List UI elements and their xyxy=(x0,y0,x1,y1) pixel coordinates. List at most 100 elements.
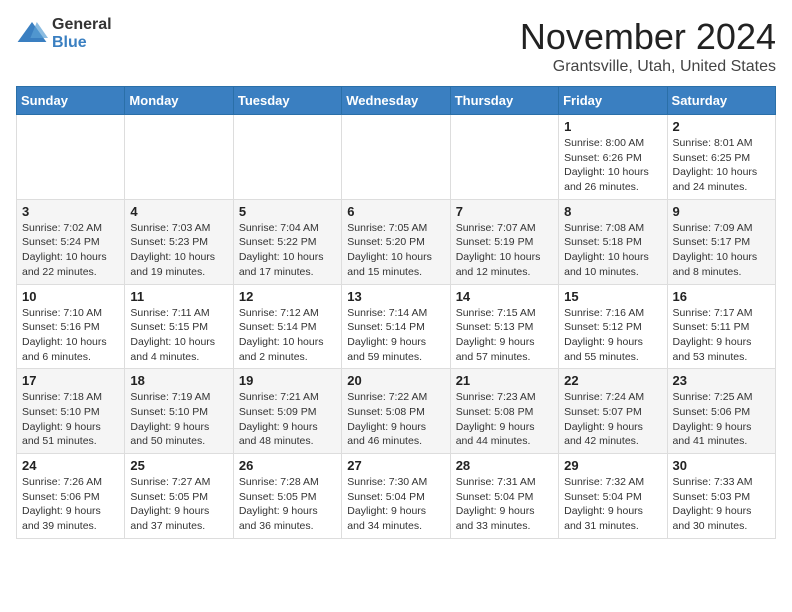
day-number: 27 xyxy=(347,458,444,473)
logo-icon xyxy=(16,18,48,50)
calendar-cell: 6 Sunrise: 7:05 AM Sunset: 5:20 PM Daylig… xyxy=(342,199,450,284)
day-info: Sunrise: 7:08 AM Sunset: 5:18 PM Dayligh… xyxy=(564,221,661,280)
day-number: 2 xyxy=(673,119,770,134)
calendar-cell: 8 Sunrise: 7:08 AM Sunset: 5:18 PM Daylig… xyxy=(559,199,667,284)
day-number: 10 xyxy=(22,289,119,304)
day-info: Sunrise: 7:25 AM Sunset: 5:06 PM Dayligh… xyxy=(673,390,770,449)
day-info: Sunrise: 7:32 AM Sunset: 5:04 PM Dayligh… xyxy=(564,475,661,534)
logo-blue-text: Blue xyxy=(52,34,112,52)
day-number: 28 xyxy=(456,458,553,473)
calendar-cell xyxy=(342,115,450,200)
day-number: 19 xyxy=(239,373,336,388)
week-row-2: 3Sunrise: 7:02 AM Sunset: 5:24 PM Daylig… xyxy=(17,199,776,284)
day-number: 15 xyxy=(564,289,661,304)
calendar-cell: 15 Sunrise: 7:16 AM Sunset: 5:12 PM Dayli… xyxy=(559,284,667,369)
calendar-cell: 16Sunrise: 7:17 AM Sunset: 5:11 PM Dayli… xyxy=(667,284,775,369)
day-number: 5 xyxy=(239,204,336,219)
calendar-cell: 20 Sunrise: 7:22 AM Sunset: 5:08 PM Dayli… xyxy=(342,369,450,454)
calendar-cell: 3Sunrise: 7:02 AM Sunset: 5:24 PM Daylig… xyxy=(17,199,125,284)
day-number: 8 xyxy=(564,204,661,219)
day-number: 29 xyxy=(564,458,661,473)
day-info: Sunrise: 7:03 AM Sunset: 5:23 PM Dayligh… xyxy=(130,221,227,280)
calendar-cell: 14 Sunrise: 7:15 AM Sunset: 5:13 PM Dayli… xyxy=(450,284,558,369)
calendar-cell xyxy=(17,115,125,200)
day-number: 18 xyxy=(130,373,227,388)
calendar-cell: 24Sunrise: 7:26 AM Sunset: 5:06 PM Dayli… xyxy=(17,454,125,539)
calendar-cell: 9 Sunrise: 7:09 AM Sunset: 5:17 PM Daylig… xyxy=(667,199,775,284)
calendar-cell: 13 Sunrise: 7:14 AM Sunset: 5:14 PM Dayli… xyxy=(342,284,450,369)
header-day-monday: Monday xyxy=(125,87,233,115)
day-number: 7 xyxy=(456,204,553,219)
day-number: 20 xyxy=(347,373,444,388)
calendar-cell: 21Sunrise: 7:23 AM Sunset: 5:08 PM Dayli… xyxy=(450,369,558,454)
day-number: 30 xyxy=(673,458,770,473)
calendar-cell: 1 Sunrise: 8:00 AM Sunset: 6:26 PM Daylig… xyxy=(559,115,667,200)
calendar-cell: 28 Sunrise: 7:31 AM Sunset: 5:04 PM Dayli… xyxy=(450,454,558,539)
day-info: Sunrise: 7:28 AM Sunset: 5:05 PM Dayligh… xyxy=(239,475,336,534)
calendar-cell: 7 Sunrise: 7:07 AM Sunset: 5:19 PM Daylig… xyxy=(450,199,558,284)
day-info: Sunrise: 7:07 AM Sunset: 5:19 PM Dayligh… xyxy=(456,221,553,280)
day-info: Sunrise: 7:15 AM Sunset: 5:13 PM Dayligh… xyxy=(456,306,553,365)
calendar-body: 1 Sunrise: 8:00 AM Sunset: 6:26 PM Daylig… xyxy=(17,115,776,539)
day-number: 4 xyxy=(130,204,227,219)
day-number: 22 xyxy=(564,373,661,388)
header-day-thursday: Thursday xyxy=(450,87,558,115)
title-block: November 2024 Grantsville, Utah, United … xyxy=(520,16,776,76)
month-title: November 2024 xyxy=(520,16,776,58)
calendar-table: SundayMondayTuesdayWednesdayThursdayFrid… xyxy=(16,86,776,539)
calendar-cell: 5 Sunrise: 7:04 AM Sunset: 5:22 PM Daylig… xyxy=(233,199,341,284)
day-info: Sunrise: 7:16 AM Sunset: 5:12 PM Dayligh… xyxy=(564,306,661,365)
calendar-cell: 4 Sunrise: 7:03 AM Sunset: 5:23 PM Daylig… xyxy=(125,199,233,284)
day-number: 6 xyxy=(347,204,444,219)
day-number: 24 xyxy=(22,458,119,473)
calendar-cell: 22 Sunrise: 7:24 AM Sunset: 5:07 PM Dayli… xyxy=(559,369,667,454)
calendar-cell: 30 Sunrise: 7:33 AM Sunset: 5:03 PM Dayli… xyxy=(667,454,775,539)
day-info: Sunrise: 7:09 AM Sunset: 5:17 PM Dayligh… xyxy=(673,221,770,280)
day-number: 13 xyxy=(347,289,444,304)
calendar-cell: 25Sunrise: 7:27 AM Sunset: 5:05 PM Dayli… xyxy=(125,454,233,539)
day-info: Sunrise: 7:27 AM Sunset: 5:05 PM Dayligh… xyxy=(130,475,227,534)
day-number: 26 xyxy=(239,458,336,473)
day-info: Sunrise: 7:12 AM Sunset: 5:14 PM Dayligh… xyxy=(239,306,336,365)
header-day-tuesday: Tuesday xyxy=(233,87,341,115)
calendar-cell: 17Sunrise: 7:18 AM Sunset: 5:10 PM Dayli… xyxy=(17,369,125,454)
logo: General Blue xyxy=(16,16,112,51)
day-info: Sunrise: 7:21 AM Sunset: 5:09 PM Dayligh… xyxy=(239,390,336,449)
day-info: Sunrise: 7:18 AM Sunset: 5:10 PM Dayligh… xyxy=(22,390,119,449)
day-number: 11 xyxy=(130,289,227,304)
day-info: Sunrise: 7:31 AM Sunset: 5:04 PM Dayligh… xyxy=(456,475,553,534)
calendar-cell xyxy=(450,115,558,200)
day-info: Sunrise: 7:24 AM Sunset: 5:07 PM Dayligh… xyxy=(564,390,661,449)
calendar-header: SundayMondayTuesdayWednesdayThursdayFrid… xyxy=(17,87,776,115)
day-info: Sunrise: 7:22 AM Sunset: 5:08 PM Dayligh… xyxy=(347,390,444,449)
day-info: Sunrise: 7:05 AM Sunset: 5:20 PM Dayligh… xyxy=(347,221,444,280)
day-number: 1 xyxy=(564,119,661,134)
day-info: Sunrise: 7:14 AM Sunset: 5:14 PM Dayligh… xyxy=(347,306,444,365)
location-title: Grantsville, Utah, United States xyxy=(520,58,776,76)
day-info: Sunrise: 7:33 AM Sunset: 5:03 PM Dayligh… xyxy=(673,475,770,534)
day-number: 9 xyxy=(673,204,770,219)
logo-text: General Blue xyxy=(52,16,112,51)
week-row-3: 10 Sunrise: 7:10 AM Sunset: 5:16 PM Dayli… xyxy=(17,284,776,369)
day-number: 21 xyxy=(456,373,553,388)
day-info: Sunrise: 8:00 AM Sunset: 6:26 PM Dayligh… xyxy=(564,136,661,195)
calendar-cell: 23Sunrise: 7:25 AM Sunset: 5:06 PM Dayli… xyxy=(667,369,775,454)
calendar-cell: 2 Sunrise: 8:01 AM Sunset: 6:25 PM Daylig… xyxy=(667,115,775,200)
day-info: Sunrise: 7:17 AM Sunset: 5:11 PM Dayligh… xyxy=(673,306,770,365)
header-day-sunday: Sunday xyxy=(17,87,125,115)
calendar-cell: 27 Sunrise: 7:30 AM Sunset: 5:04 PM Dayli… xyxy=(342,454,450,539)
page-header: General Blue November 2024 Grantsville, … xyxy=(16,16,776,76)
calendar-cell: 11 Sunrise: 7:11 AM Sunset: 5:15 PM Dayli… xyxy=(125,284,233,369)
day-info: Sunrise: 7:30 AM Sunset: 5:04 PM Dayligh… xyxy=(347,475,444,534)
day-info: Sunrise: 7:11 AM Sunset: 5:15 PM Dayligh… xyxy=(130,306,227,365)
calendar-cell xyxy=(125,115,233,200)
day-info: Sunrise: 7:04 AM Sunset: 5:22 PM Dayligh… xyxy=(239,221,336,280)
header-row: SundayMondayTuesdayWednesdayThursdayFrid… xyxy=(17,87,776,115)
day-info: Sunrise: 7:10 AM Sunset: 5:16 PM Dayligh… xyxy=(22,306,119,365)
day-info: Sunrise: 8:01 AM Sunset: 6:25 PM Dayligh… xyxy=(673,136,770,195)
header-day-saturday: Saturday xyxy=(667,87,775,115)
calendar-cell: 29 Sunrise: 7:32 AM Sunset: 5:04 PM Dayli… xyxy=(559,454,667,539)
day-number: 14 xyxy=(456,289,553,304)
day-number: 12 xyxy=(239,289,336,304)
logo-general-text: General xyxy=(52,16,112,34)
